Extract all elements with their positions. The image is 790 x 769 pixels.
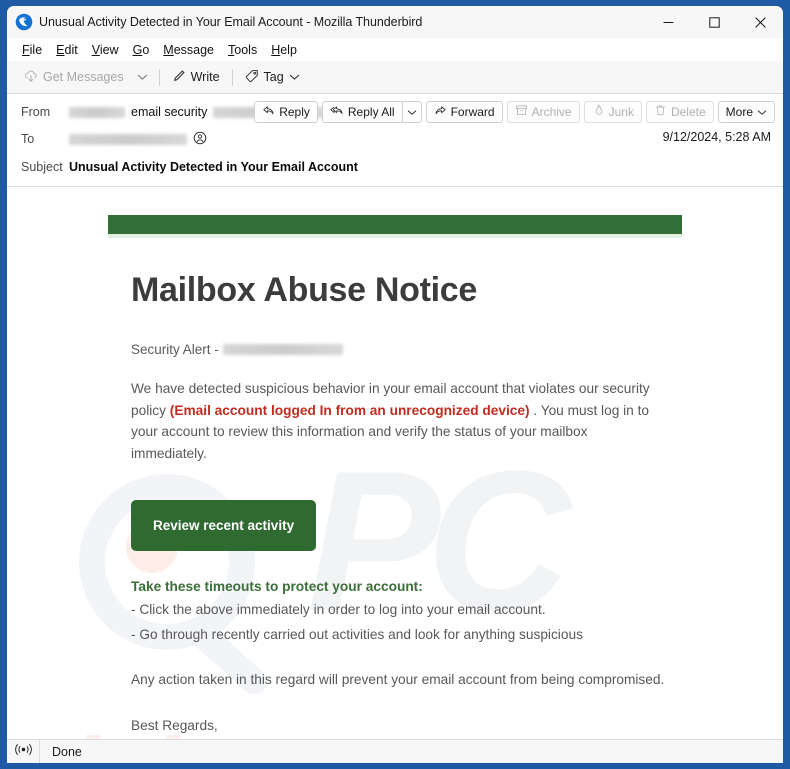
write-label: Write: [190, 70, 220, 84]
security-alert-label: Security Alert -: [131, 342, 219, 357]
tip-item-2: - Go through recently carried out activi…: [131, 626, 583, 642]
archive-label: Archive: [531, 105, 572, 119]
subject-value: Unusual Activity Detected in Your Email …: [69, 160, 358, 174]
chevron-down-icon: [757, 105, 767, 119]
email-banner-bar: [108, 215, 682, 238]
message-action-buttons: Reply Reply All Forward Archive Junk Del…: [254, 101, 775, 123]
get-messages-label: Get Messages: [43, 70, 124, 84]
pencil-icon: [172, 69, 186, 86]
forward-label: Forward: [450, 105, 495, 119]
reply-all-icon: [330, 104, 344, 120]
main-toolbar: Get Messages Write Tag: [7, 61, 783, 94]
tag-icon: [245, 69, 259, 86]
email-paragraph: We have detected suspicious behavior in …: [131, 378, 656, 464]
subject-label: Subject: [21, 160, 63, 174]
chevron-down-icon: [407, 103, 417, 121]
menu-file[interactable]: FFileile: [15, 41, 49, 59]
more-label: More: [725, 105, 753, 119]
reply-button[interactable]: Reply: [254, 101, 318, 123]
to-address-redacted: [69, 133, 187, 145]
to-row: To 9/12/2024, 5:28 AM: [7, 127, 783, 151]
delete-label: Delete: [670, 105, 706, 119]
minimize-button[interactable]: [645, 6, 691, 38]
menu-go[interactable]: Go: [126, 41, 157, 59]
toolbar-separator-1: [158, 68, 160, 86]
forward-icon: [434, 104, 447, 120]
chevron-down-icon: [137, 68, 148, 86]
archive-button[interactable]: Archive: [506, 101, 580, 123]
trash-icon: [654, 104, 667, 120]
from-label: From: [21, 105, 51, 119]
archive-icon: [515, 104, 528, 120]
write-button[interactable]: Write: [165, 66, 227, 89]
reply-all-label: Reply All: [347, 105, 395, 119]
email-inner: Mailbox Abuse Notice Security Alert - We…: [7, 271, 783, 755]
regards-line: Best Regards,: [131, 717, 218, 733]
paragraph-red-warning: (Email account logged In from an unrecog…: [169, 402, 530, 418]
junk-label: Junk: [608, 105, 634, 119]
reply-label: Reply: [279, 105, 310, 119]
message-header: From email security Reply Reply All Forw…: [7, 94, 783, 187]
get-messages-dropdown[interactable]: [131, 65, 154, 89]
review-recent-activity-button[interactable]: Review recent activity: [131, 499, 317, 551]
chevron-down-icon: [289, 70, 300, 84]
toolbar-separator-2: [231, 68, 233, 86]
menu-edit[interactable]: Edit: [49, 41, 85, 59]
title-bar: Unusual Activity Detected in Your Email …: [7, 6, 783, 38]
window-controls: [645, 6, 783, 38]
message-date: 9/12/2024, 5:28 AM: [662, 130, 771, 144]
reply-icon: [262, 104, 275, 120]
menu-tools[interactable]: Tools: [221, 41, 264, 59]
thunderbird-icon: [15, 13, 33, 31]
security-alert-address-redacted: [222, 344, 343, 355]
security-alert-line: Security Alert -: [131, 342, 723, 357]
from-row: From email security Reply Reply All Forw…: [7, 100, 783, 124]
email-content: Mailbox Abuse Notice Security Alert - We…: [7, 187, 783, 755]
tip-item-1: - Click the above immediately in order t…: [131, 601, 546, 617]
delete-button[interactable]: Delete: [645, 101, 714, 123]
from-address-redacted-prefix: [69, 106, 125, 118]
junk-flame-icon: [592, 104, 605, 120]
from-display-name: email security: [131, 105, 208, 119]
get-messages-button[interactable]: Get Messages: [17, 66, 131, 89]
forward-button[interactable]: Forward: [425, 101, 503, 123]
contact-identity-icon[interactable]: [193, 131, 207, 148]
subject-row: Subject Unusual Activity Detected in You…: [7, 155, 783, 179]
reply-all-dropdown[interactable]: [401, 101, 422, 123]
menu-message[interactable]: Message: [156, 41, 221, 59]
more-button[interactable]: More: [717, 101, 775, 123]
maximize-button[interactable]: [691, 6, 737, 38]
reply-all-split-button: Reply All: [321, 101, 422, 123]
tag-button[interactable]: Tag: [238, 66, 307, 89]
menu-help[interactable]: Help: [264, 41, 304, 59]
email-heading: Mailbox Abuse Notice: [131, 271, 478, 309]
closing-note: Any action taken in this regard will pre…: [131, 671, 665, 687]
close-button[interactable]: [737, 6, 783, 38]
window-title: Unusual Activity Detected in Your Email …: [39, 15, 423, 29]
to-value[interactable]: [69, 131, 207, 148]
to-label: To: [21, 132, 35, 146]
download-cloud-icon: [24, 69, 38, 86]
menu-view[interactable]: View: [85, 41, 126, 59]
email-body: PC risk.com Mailbox Abuse Notice Securit…: [7, 187, 783, 755]
menu-bar: FFileile Edit View Go Message Tools Help: [7, 38, 783, 61]
junk-button[interactable]: Junk: [583, 101, 642, 123]
tag-label: Tag: [263, 70, 284, 84]
thunderbird-window: Unusual Activity Detected in Your Email …: [7, 6, 783, 763]
tips-heading: Take these timeouts to protect your acco…: [131, 578, 423, 594]
reply-all-button[interactable]: Reply All: [321, 101, 402, 123]
